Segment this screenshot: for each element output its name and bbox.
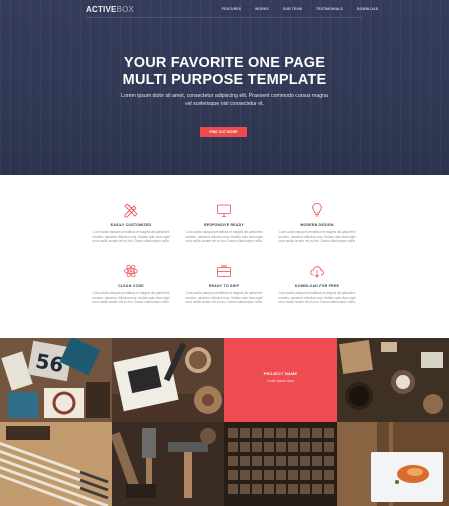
feature-desc: Cum sociis natoque penatibus et magnis d…	[185, 291, 263, 305]
feature-desc: Cum sociis natoque penatibus et magnis d…	[278, 230, 356, 244]
portfolio-item[interactable]	[337, 338, 449, 422]
feature-desc: Cum sociis natoque penatibus et magnis d…	[92, 230, 170, 244]
briefcase-icon	[217, 265, 231, 277]
hero-title-line2: MULTI PURPOSE TEMPLATE	[122, 72, 327, 88]
atom-icon	[124, 264, 138, 278]
portfolio-item-highlighted[interactable]: PROJECT NAME Lorem ipsum dolor	[224, 338, 337, 422]
portfolio-hover-overlay: PROJECT NAME Lorem ipsum dolor	[224, 338, 337, 422]
find-out-more-button[interactable]: FIND OUT MORE	[200, 127, 247, 137]
portfolio-image-book	[112, 338, 224, 422]
nav-link-works[interactable]: WORKS	[255, 7, 269, 11]
feature-title: MODERN DESIGN	[300, 223, 334, 227]
nav-link-download[interactable]: DOWNLOAD	[357, 7, 378, 11]
brand-logo[interactable]: ACTIVEBOX	[86, 5, 134, 14]
monitor-icon	[217, 204, 231, 217]
feature-clean-code: CLEAN CODE Cum sociis natoque penatibus …	[91, 263, 171, 305]
page: ACTIVEBOX FEATURES WORKS OUR TEAM TESTIM…	[0, 0, 449, 506]
portfolio-item[interactable]	[0, 422, 112, 506]
nav-link-our-team[interactable]: OUR TEAM	[283, 7, 302, 11]
portfolio-item[interactable]	[112, 422, 224, 506]
project-category: Lorem ipsum dolor	[266, 379, 295, 383]
portfolio-gallery: 56 PROJECT NAME Lorem ipsum dolor	[0, 338, 449, 506]
brand-logo-part1: ACTIVE	[86, 5, 117, 14]
nav-divider	[86, 17, 363, 18]
portfolio-item[interactable]: 56	[0, 338, 112, 422]
portfolio-image-type-blocks	[224, 422, 337, 506]
portfolio-image-coffee	[337, 338, 449, 422]
feature-ready-to-ship: READY TO SHIP Cum sociis natoque penatib…	[184, 263, 264, 305]
portfolio-image-tools	[112, 422, 224, 506]
nav-link-features[interactable]: FEATURES	[222, 7, 241, 11]
feature-title: EASILY CUSTOMIZED	[110, 223, 152, 227]
feature-desc: Cum sociis natoque penatibus et magnis d…	[92, 291, 170, 305]
portfolio-image-food	[337, 422, 449, 506]
feature-title: RESPONSIVE READY	[203, 223, 245, 227]
portfolio-image-pencils	[0, 422, 112, 506]
feature-title: CLEAN CODE	[118, 284, 144, 288]
hero-subtitle-line2: vel scelerisque nisl consectetur et.	[184, 100, 264, 107]
features-section: EASILY CUSTOMIZED Cum sociis natoque pen…	[0, 175, 449, 338]
hero-section: ACTIVEBOX FEATURES WORKS OUR TEAM TESTIM…	[0, 0, 449, 175]
hero-subtitle-line1: Lorem ipsum dolor sit amet, consectetur …	[121, 93, 328, 99]
portfolio-item[interactable]	[337, 422, 449, 506]
portfolio-image-letterpress: 56	[0, 338, 112, 422]
nav-link-testimonials[interactable]: TESTIMONIALS	[316, 7, 343, 11]
svg-text:56: 56	[34, 349, 66, 377]
feature-desc: Cum sociis natoque penatibus et magnis d…	[185, 230, 263, 244]
pencil-ruler-icon	[124, 203, 138, 218]
brand-logo-part2: BOX	[116, 5, 135, 14]
hero-title: YOUR FAVORITE ONE PAGE MULTI PURPOSE TEM…	[0, 55, 449, 89]
feature-download-for-free: DOWNLOAD FOR FREE Cum sociis natoque pen…	[277, 263, 357, 305]
portfolio-item[interactable]	[224, 422, 337, 506]
feature-responsive-ready: RESPONSIVE READY Cum sociis natoque pena…	[184, 202, 264, 244]
feature-easily-customized: EASILY CUSTOMIZED Cum sociis natoque pen…	[91, 202, 171, 244]
portfolio-item[interactable]	[112, 338, 224, 422]
nav-links: FEATURES WORKS OUR TEAM TESTIMONIALS DOW…	[222, 7, 392, 11]
feature-title: DOWNLOAD FOR FREE	[294, 284, 340, 288]
lightbulb-icon	[312, 203, 322, 217]
feature-title: READY TO SHIP	[208, 284, 240, 288]
top-nav: ACTIVEBOX FEATURES WORKS OUR TEAM TESTIM…	[0, 0, 449, 18]
feature-desc: Cum sociis natoque penatibus et magnis d…	[278, 291, 356, 305]
hero-subtitle: Lorem ipsum dolor sit amet, consectetur …	[110, 93, 339, 108]
hero-title-line1: YOUR FAVORITE ONE PAGE	[123, 55, 326, 71]
project-name: PROJECT NAME	[263, 372, 298, 376]
cloud-download-icon	[310, 266, 324, 278]
feature-modern-design: MODERN DESIGN Cum sociis natoque penatib…	[277, 202, 357, 244]
